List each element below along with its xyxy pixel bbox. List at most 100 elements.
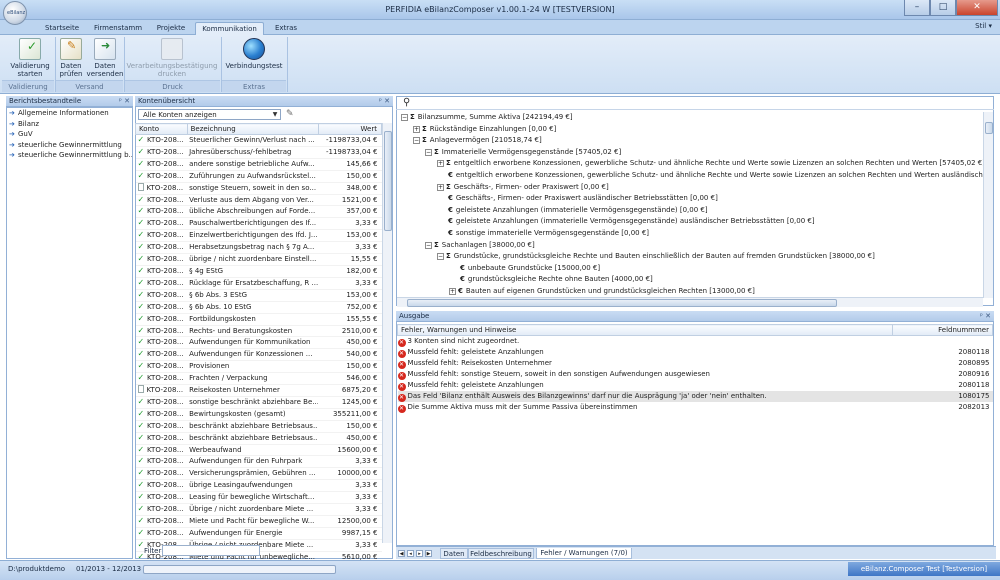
table-row[interactable]: ✓ KTO-208... andere sonstige betriebliche… bbox=[135, 158, 382, 171]
pin-close-icons[interactable]: ᵖ ✕ bbox=[379, 96, 390, 107]
table-row[interactable]: ✓ KTO-208... Aufwendungen für Kommunikati… bbox=[135, 336, 382, 350]
message-row[interactable]: ✕ Die Summe Aktiva muss mit der Summe Pas… bbox=[397, 402, 993, 413]
scroll-thumb[interactable] bbox=[985, 122, 993, 134]
tree-scrollbar-v[interactable] bbox=[983, 112, 993, 298]
table-row[interactable]: KTO-208... sonstige Steuern, soweit in de… bbox=[135, 182, 382, 195]
tab-daten[interactable]: Daten bbox=[440, 548, 468, 559]
tree-node[interactable]: − Σ Anlagevermögen [210518,74 €] bbox=[413, 135, 542, 146]
table-row[interactable]: ✓ KTO-208... übliche Abschreibungen auf F… bbox=[135, 205, 382, 219]
table-row[interactable]: ✓ KTO-208... Rechts- und Beratungskosten 2… bbox=[135, 325, 382, 338]
validate-button[interactable]: ✓ Validierung starten bbox=[6, 38, 54, 78]
table-row[interactable]: ✓ KTO-208... Fortbildungskosten 155,55 € bbox=[135, 313, 382, 326]
tab-projekte[interactable]: Projekte bbox=[148, 22, 194, 35]
table-row[interactable]: ✓ KTO-208... § 6b Abs. 3 EStG 153,00 € bbox=[135, 289, 382, 302]
app-menu-orb[interactable]: eBilanz bbox=[3, 1, 27, 25]
table-row[interactable]: ✓ KTO-208... Versicherungsprämien, Gebühr… bbox=[135, 467, 382, 481]
tree-node[interactable]: + Σ Geschäfts-, Firmen- oder Praxiswert [0… bbox=[437, 182, 609, 193]
table-row[interactable]: ✓ KTO-208... § 6b Abs. 10 EStG 752,00 € bbox=[135, 301, 382, 314]
table-row[interactable]: ✓ KTO-208...Übrige / nicht zuordenbare M… bbox=[135, 503, 382, 516]
table-row[interactable]: ✓ KTO-208... Zuführungen zu Aufwandsrücks… bbox=[135, 170, 382, 183]
table-row[interactable]: ✓ KTO-208... Jahresüberschuss/-fehlbetrag… bbox=[135, 146, 382, 159]
prev-tab-icon[interactable]: ◂ bbox=[407, 550, 414, 557]
pin-close-icons[interactable]: ᵖ ✕ bbox=[980, 311, 991, 322]
pin-close-icons[interactable]: ᵖ ✕ bbox=[119, 96, 130, 107]
print-confirmation-button[interactable]: Verarbeitungsbestätigung drucken bbox=[126, 38, 218, 78]
nav-item-bilanz[interactable]: ➔ Bilanz bbox=[7, 118, 132, 129]
scroll-thumb[interactable] bbox=[407, 299, 837, 307]
table-row[interactable]: ✓ KTO-208... übrige / nicht zuordenbare E… bbox=[135, 253, 382, 266]
tree-node[interactable]: + Σ Rückständige Einzahlungen [0,00 €] bbox=[413, 124, 556, 135]
accounts-scrollbar[interactable] bbox=[382, 123, 392, 543]
table-row[interactable]: ✓ KTO-208... sonstige beschränkt abziehba… bbox=[135, 396, 382, 409]
tree-node[interactable]: € grundstücksgleiche Rechte ohne Bauten [… bbox=[449, 274, 653, 285]
table-row[interactable]: KTO-208... Reisekosten Unternehmer 6875,20… bbox=[135, 384, 382, 397]
close-icon[interactable]: ✕ bbox=[956, 0, 998, 16]
collapse-icon[interactable]: − bbox=[425, 241, 432, 249]
table-row[interactable]: ✓ KTO-208... Aufwendungen für den Fuhrpar… bbox=[135, 455, 382, 469]
tab-startseite[interactable]: Startseite bbox=[36, 22, 88, 35]
table-row[interactable]: ✓ KTO-208... Pauschalwertberichtigungen d… bbox=[135, 217, 382, 231]
column-bezeichnung[interactable]: Bezeichnung bbox=[186, 123, 319, 135]
tab-firmenstamm[interactable]: Firmenstamm bbox=[88, 22, 148, 35]
table-row[interactable]: ✓ KTO-208... Einzelwertberichtigungen des… bbox=[135, 229, 382, 243]
column-konto[interactable]: Konto bbox=[135, 123, 188, 135]
expand-icon[interactable]: + bbox=[437, 183, 444, 191]
tree-node[interactable]: − Σ Immaterielle Vermögensgegenstände [574… bbox=[425, 147, 621, 158]
table-row[interactable]: ✓ KTO-208... Rücklage für Ersatzbeschaffu… bbox=[135, 277, 382, 290]
style-menu[interactable]: Stil ▾ bbox=[975, 22, 992, 30]
expand-icon[interactable]: + bbox=[437, 160, 444, 168]
tab-fehler-warnungen[interactable]: Fehler / Warnungen (7/0) bbox=[536, 548, 632, 559]
table-row[interactable]: ✓ KTO-208... Werbeaufwand 15600,00 € bbox=[135, 444, 382, 457]
message-row[interactable]: ✕ Mussfeld fehlt: geleistete Anzahlungen 2… bbox=[397, 380, 993, 391]
connection-test-button[interactable]: Verbindungstest bbox=[223, 38, 285, 70]
next-tab-icon[interactable]: ▸ bbox=[416, 550, 423, 557]
table-row[interactable]: ✓ KTO-208... Steuerlicher Gewinn/Verlust … bbox=[135, 134, 382, 147]
collapse-icon[interactable]: − bbox=[437, 253, 444, 261]
table-row[interactable]: ✓ KTO-208... Herabsetzungsbetrag nach § 7… bbox=[135, 241, 382, 255]
expand-icon[interactable]: + bbox=[449, 288, 456, 295]
nav-item-guv[interactable]: ➔ GuV bbox=[7, 129, 132, 140]
maximize-icon[interactable]: □ bbox=[930, 0, 956, 16]
table-row[interactable]: ✓ KTO-208... Aufwendungen für Energie 9987… bbox=[135, 527, 382, 540]
tree-node[interactable]: € geleistete Anzahlungen (immaterielle Ve… bbox=[437, 216, 815, 227]
tree-node[interactable]: € geleistete Anzahlungen (immaterielle Ve… bbox=[437, 205, 708, 216]
table-row[interactable]: ✓ KTO-208... beschränkt abziehbare Betrie… bbox=[135, 432, 382, 445]
tree-node[interactable]: € unbebaute Grundstücke [15000,00 €] bbox=[449, 263, 600, 274]
minimize-icon[interactable]: – bbox=[904, 0, 930, 16]
nav-item-steuerliche-gewinnermittlung-b[interactable]: ➔ steuerliche Gewinnermittlung b... bbox=[7, 150, 132, 161]
tab-feldbeschreibung[interactable]: Feldbeschreibung bbox=[468, 548, 534, 559]
column-field-number[interactable]: Feldnummmer bbox=[892, 324, 993, 336]
column-wert[interactable]: Wert bbox=[317, 123, 383, 135]
table-row[interactable]: ✓ KTO-208... Leasing für bewegliche Wirts… bbox=[135, 491, 382, 505]
table-row[interactable]: ✓ KTO-208... Verluste aus dem Abgang von … bbox=[135, 194, 382, 207]
collapse-icon[interactable]: − bbox=[413, 137, 420, 145]
last-tab-icon[interactable]: ▶ bbox=[425, 550, 432, 557]
tree-node[interactable]: € entgeltlich erworbene Konzessionen, gew… bbox=[437, 170, 983, 181]
filter-input[interactable] bbox=[162, 545, 260, 556]
column-messages[interactable]: Fehler, Warnungen und Hinweise bbox=[396, 324, 894, 336]
table-row[interactable]: ✓ KTO-208... Aufwendungen für Konzessione… bbox=[135, 348, 382, 362]
message-row[interactable]: ✕ 3 Konten sind nicht zugeordnet. bbox=[397, 336, 993, 347]
message-row[interactable]: ✕ Mussfeld fehlt: geleistete Anzahlungen 2… bbox=[397, 347, 993, 358]
tree-node[interactable]: − Σ Bilanzsumme, Summe Aktiva [242194,49 €… bbox=[401, 112, 573, 123]
table-row[interactable]: ✓ KTO-208... Bewirtungskosten (gesamt) 355… bbox=[135, 408, 382, 421]
table-row[interactable]: ✓ KTO-208... § 4g EStG 182,00 € bbox=[135, 265, 382, 278]
message-row[interactable]: ✕ Das Feld 'Bilanz enthält Ausweis des Bi… bbox=[397, 391, 993, 402]
pencil-icon[interactable]: ✎ bbox=[286, 109, 296, 119]
tab-extras[interactable]: Extras bbox=[266, 22, 306, 35]
scroll-thumb[interactable] bbox=[384, 131, 392, 231]
account-filter-select[interactable]: Alle Konten anzeigen ▼ bbox=[138, 109, 281, 120]
table-row[interactable]: ✓ KTO-208... Miete und Pacht für beweglic… bbox=[135, 515, 382, 528]
message-row[interactable]: ✕ Mussfeld fehlt: sonstige Steuern, sowei… bbox=[397, 369, 993, 380]
nav-item-allgemeine-informationen[interactable]: ➔ Allgemeine Informationen bbox=[7, 108, 132, 119]
collapse-icon[interactable]: − bbox=[425, 148, 432, 156]
search-icon[interactable]: ⚲ bbox=[403, 97, 410, 108]
tree-scrollbar-h[interactable] bbox=[397, 297, 983, 307]
tree-node[interactable]: + Σentgeltlich erworbene Konzessionen, ge… bbox=[437, 158, 983, 169]
tab-kommunikation[interactable]: Kommunikation bbox=[195, 22, 264, 35]
tree-node[interactable]: − Σ Grundstücke, grundstücksgleiche Rechte… bbox=[437, 251, 875, 262]
tree-node[interactable]: € sonstige immaterielle Vermögensgegenstä… bbox=[437, 228, 649, 239]
send-data-button[interactable]: ➜ Daten versenden bbox=[86, 38, 124, 78]
nav-item-steuerliche-gewinnermittlung[interactable]: ➔ steuerliche Gewinnermittlung bbox=[7, 140, 132, 151]
expand-icon[interactable]: + bbox=[413, 125, 420, 133]
